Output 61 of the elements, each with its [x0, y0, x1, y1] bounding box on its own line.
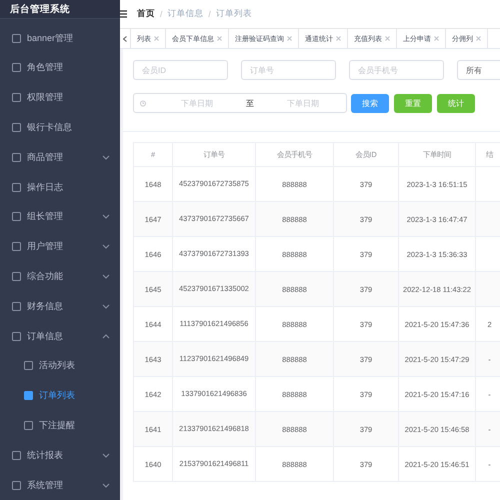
select-field[interactable]: 所有	[457, 60, 500, 80]
close-icon[interactable]	[287, 36, 292, 41]
square-icon	[24, 421, 33, 430]
chevron-icon	[102, 452, 110, 458]
square-icon	[12, 34, 21, 43]
square-icon	[12, 302, 21, 311]
sidebar-item[interactable]: banner管理	[0, 23, 120, 54]
sidebar-item[interactable]: 用户管理	[0, 232, 120, 262]
close-icon[interactable]	[434, 36, 439, 41]
square-icon	[12, 242, 21, 252]
input-field[interactable]: 会员ID	[133, 60, 228, 80]
sidebar-item[interactable]: 组长管理	[0, 202, 120, 232]
close-icon[interactable]	[385, 36, 390, 41]
chevron-icon	[102, 334, 110, 339]
square-icon	[12, 332, 21, 341]
sidebar-item[interactable]: 商品管理	[0, 142, 120, 172]
app-title: 后台管理系统	[0, 0, 120, 20]
chevron-icon	[102, 304, 110, 309]
square-icon	[12, 480, 21, 490]
sidebar-item[interactable]: 操作日志	[0, 172, 120, 202]
square-icon	[12, 212, 21, 222]
square-icon	[12, 63, 21, 72]
square-icon	[24, 391, 33, 400]
square-icon	[12, 272, 21, 282]
chevron-icon	[102, 214, 110, 220]
square-icon	[12, 152, 21, 162]
clock-icon	[140, 100, 146, 106]
sidebar-item[interactable]: 角色管理	[0, 53, 120, 83]
menu-icon[interactable]	[120, 10, 127, 18]
sidebar-item[interactable]: 订单列表	[0, 380, 120, 411]
square-icon	[12, 450, 21, 460]
start-date-field[interactable]: 下单日期	[160, 98, 234, 108]
breadcrumb-item[interactable]: 首页	[137, 8, 155, 20]
sidebar-item[interactable]: 银行卡信息	[0, 112, 120, 142]
chevron-icon	[102, 274, 110, 280]
square-icon	[12, 182, 21, 192]
sidebar-item[interactable]: 综合功能	[0, 262, 120, 292]
breadcrumb-separator: /	[160, 9, 162, 19]
sidebar-item[interactable]: 财务信息	[0, 291, 120, 322]
square-icon	[12, 123, 21, 132]
breadcrumb-separator: /	[208, 9, 211, 19]
close-icon[interactable]	[476, 36, 481, 41]
chevron-left-icon[interactable]	[123, 36, 127, 42]
sidebar-item[interactable]: 下注提醒	[0, 410, 120, 440]
close-icon[interactable]	[336, 36, 341, 41]
sidebar-item[interactable]: 订单信息	[0, 321, 120, 352]
chevron-icon	[102, 482, 110, 488]
sidebar-item[interactable]: 系统管理	[0, 470, 120, 500]
sidebar-item[interactable]: 权限管理	[0, 82, 120, 113]
close-icon[interactable]	[217, 36, 222, 41]
chevron-icon	[102, 154, 110, 160]
close-icon[interactable]	[154, 36, 159, 41]
input-field[interactable]: 订单号	[241, 60, 336, 80]
sidebar-item[interactable]: 统计报表	[0, 440, 120, 470]
chevron-icon	[102, 244, 110, 250]
input-field[interactable]: 会员手机号	[349, 60, 444, 80]
square-icon	[24, 361, 33, 370]
end-date-field[interactable]: 下单日期	[266, 98, 340, 108]
square-icon	[12, 93, 21, 102]
sidebar-item[interactable]: 活动列表	[0, 351, 120, 381]
date-range-field[interactable]: 下单日期 至 下单日期	[133, 93, 347, 113]
